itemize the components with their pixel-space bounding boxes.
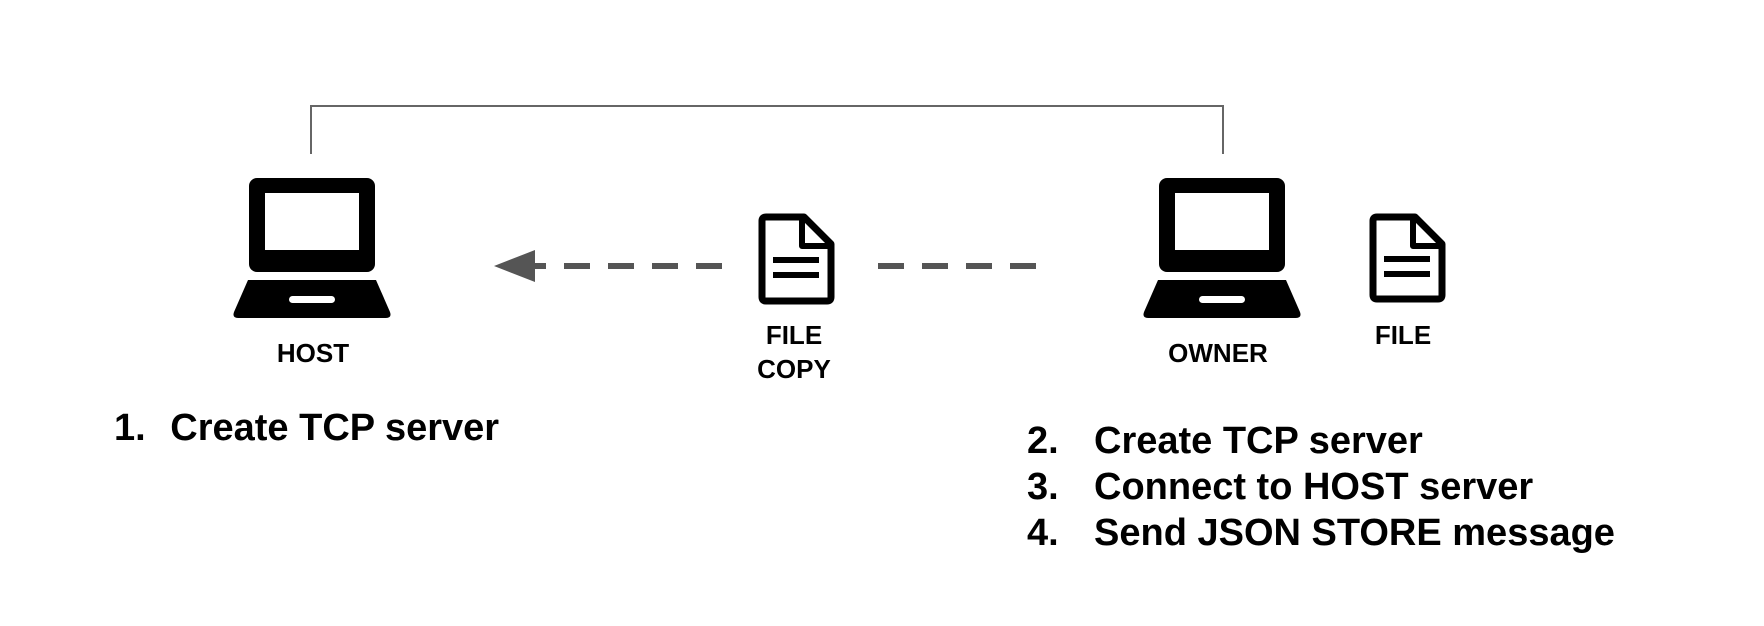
owner-laptop-icon xyxy=(1143,178,1301,318)
step-number: 2. xyxy=(1027,420,1059,462)
file-copy-label-line2: COPY xyxy=(757,354,831,384)
host-step: 1. Create TCP server xyxy=(114,405,499,451)
file-document-icon xyxy=(1369,213,1446,303)
step-number: 1. xyxy=(114,407,146,449)
file-label: FILE xyxy=(1374,320,1432,350)
step-text: Send JSON STORE message xyxy=(1094,512,1615,554)
step-number: 4. xyxy=(1027,512,1059,554)
file-copy-label: FILE COPY xyxy=(757,318,831,386)
owner-label: OWNER xyxy=(1168,338,1268,368)
file-copy-label-line1: FILE xyxy=(765,320,823,350)
arrowhead-icon xyxy=(494,250,535,282)
owner-steps: 2. Create TCP server 3. Connect to HOST se… xyxy=(1027,418,1615,556)
step-text: Create TCP server xyxy=(170,407,500,449)
host-label: HOST xyxy=(276,338,350,368)
owner-step: 3. Connect to HOST server xyxy=(1027,464,1615,510)
connection-line xyxy=(310,105,1224,154)
step-number: 3. xyxy=(1027,466,1059,508)
owner-step: 4. Send JSON STORE message xyxy=(1027,510,1615,556)
file-copy-document-icon xyxy=(758,213,835,305)
host-laptop-icon xyxy=(233,178,391,318)
step-text: Create TCP server xyxy=(1094,420,1423,462)
owner-step: 2. Create TCP server xyxy=(1027,418,1615,464)
step-text: Connect to HOST server xyxy=(1094,466,1534,508)
